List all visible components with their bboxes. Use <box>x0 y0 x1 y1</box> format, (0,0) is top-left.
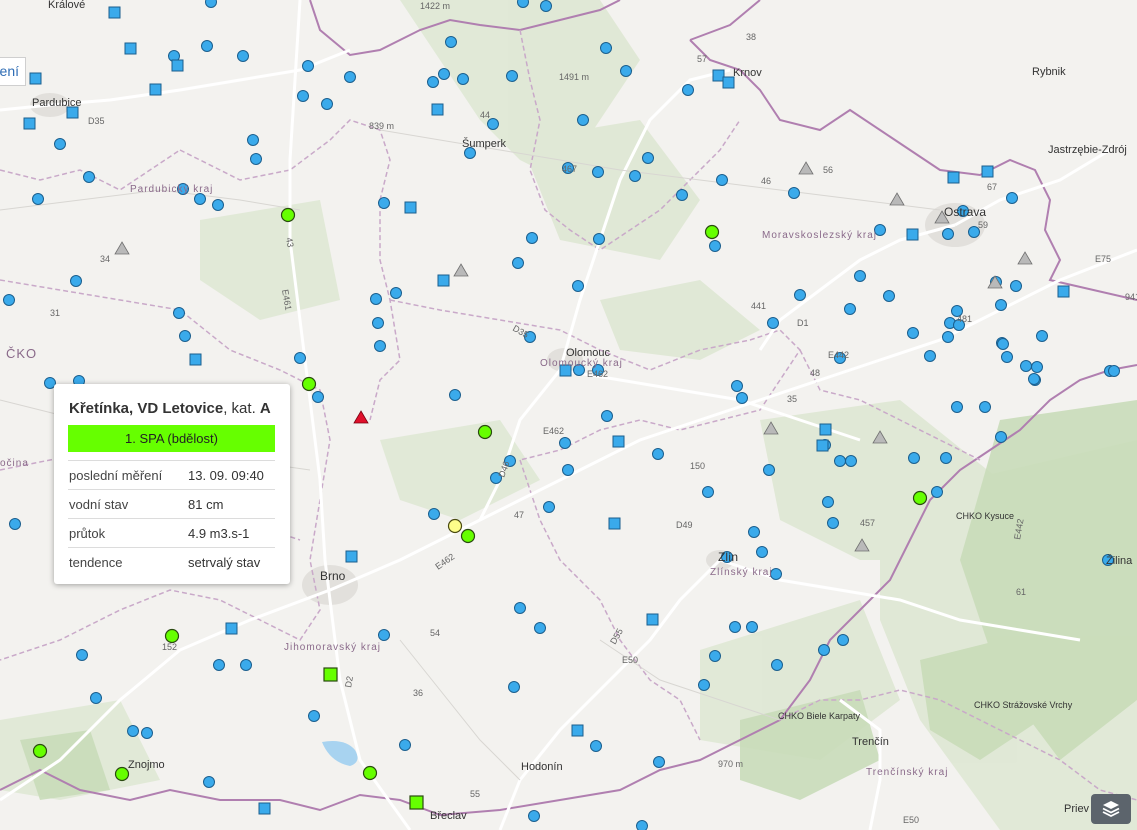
layers-icon <box>1102 801 1120 818</box>
station-title: Křetínka, VD Letovice, kat. A <box>69 400 271 417</box>
city-label: Zlín <box>718 550 738 564</box>
road-label: 150 <box>690 461 705 471</box>
road-label: 38 <box>746 32 756 42</box>
road-label: 57 <box>697 54 707 64</box>
road-label: 44 <box>480 110 490 120</box>
city-label: Šumperk <box>462 137 507 150</box>
city-label: Králové <box>48 0 85 11</box>
road-label: E462 <box>587 369 608 379</box>
info-value: setrvalý stav <box>188 555 261 570</box>
road-label: E442 <box>828 350 849 360</box>
road-label: 36 <box>413 688 423 698</box>
elevation-label: 970 m <box>718 759 743 769</box>
info-label: vodní stav <box>69 497 129 512</box>
road-label: 481 <box>957 314 972 324</box>
info-value: 81 cm <box>188 497 224 512</box>
road-label: 61 <box>1016 587 1026 597</box>
info-row-last-measurement: poslední měření 13. 09. 09:40 <box>68 460 275 490</box>
region-label: Pardubický kraj <box>130 184 213 195</box>
city-label: Trenčín <box>852 736 889 748</box>
road-label: E50 <box>903 815 919 825</box>
city-label: Priev <box>1064 803 1090 815</box>
road-label: 457 <box>860 518 875 528</box>
city-label: Brno <box>320 569 346 583</box>
city-label: Žilina <box>1106 554 1133 567</box>
road-label: 54 <box>430 628 440 638</box>
road-label: E50 <box>622 655 638 665</box>
road-label: 47 <box>514 510 524 520</box>
city-label: Znojmo <box>128 759 165 771</box>
protected-area-label: CHKO Biele Karpaty <box>778 711 861 721</box>
road-label: 35 <box>787 394 797 404</box>
road-label: 48 <box>810 368 820 378</box>
station-popup: Křetínka, VD Letovice, kat. A 1. SPA (bd… <box>54 384 290 584</box>
road-label: 56 <box>823 165 833 175</box>
station-name: Křetínka, VD Letovice <box>69 400 224 417</box>
elevation-label: 1491 m <box>559 72 589 82</box>
city-label: Ostrava <box>944 205 986 219</box>
region-label: očina <box>0 458 29 469</box>
region-label: Olomoucký kraj <box>540 358 623 369</box>
station-marker-spa2[interactable] <box>447 518 463 534</box>
city-label: Pardubice <box>32 97 82 109</box>
road-label: D2 <box>343 675 355 688</box>
road-label: 31 <box>50 308 60 318</box>
side-panel-tab[interactable]: ení <box>0 57 26 86</box>
city-label: Krnov <box>733 67 762 79</box>
road-label: 59 <box>978 220 988 230</box>
road-label: D35 <box>88 116 105 126</box>
road-label: 67 <box>987 182 997 192</box>
info-label: poslední měření <box>69 468 163 483</box>
region-label: Jihomoravský kraj <box>284 642 381 653</box>
layers-button[interactable] <box>1091 794 1131 824</box>
category-prefix: , kat. <box>223 400 260 417</box>
road-label: D49 <box>676 520 693 530</box>
city-label: Břeclav <box>430 810 467 822</box>
info-value: 13. 09. 09:40 <box>188 468 264 483</box>
info-label: tendence <box>69 555 123 570</box>
city-label: Hodonín <box>521 761 563 773</box>
road-label: D1 <box>797 318 809 328</box>
info-row-water-level: vodní stav 81 cm <box>68 489 275 519</box>
side-panel-tab-label: ení <box>0 63 19 79</box>
protected-area-label: CHKO Strážovské Vrchy <box>974 700 1073 710</box>
region-label: Zlínský kraj <box>710 567 773 578</box>
road-label: E462 <box>543 426 564 436</box>
road-label: 55 <box>470 789 480 799</box>
road-label: E75 <box>1095 254 1111 264</box>
road-label: 34 <box>100 254 110 264</box>
road-label: 43 <box>284 237 296 249</box>
road-label: 46 <box>761 176 771 186</box>
region-label: Moravskoslezský kraj <box>762 230 877 241</box>
elevation-label: 1422 m <box>420 1 450 11</box>
road-label: 152 <box>162 642 177 652</box>
station-category: A <box>259 400 271 417</box>
elevation-label: 839 m <box>369 121 394 131</box>
city-label: Rybnik <box>1032 66 1066 78</box>
region-label: Trenčínský kraj <box>866 767 948 778</box>
protected-area-label: CHKO Kysuce <box>956 511 1014 521</box>
info-row-flow: průtok 4.9 m3.s-1 <box>68 518 275 548</box>
city-label: Jastrzębie-Zdrój <box>1048 144 1127 156</box>
road-label: 441 <box>751 301 766 311</box>
road-label: 467 <box>562 164 577 174</box>
info-value: 4.9 m3.s-1 <box>188 526 250 541</box>
status-badge: 1. SPA (bdělost) <box>68 425 275 452</box>
road-label: 941 <box>1125 292 1137 302</box>
info-label: průtok <box>69 526 106 541</box>
info-row-trend: tendence setrvalý stav <box>68 547 275 577</box>
region-label: ČKO <box>6 346 37 361</box>
